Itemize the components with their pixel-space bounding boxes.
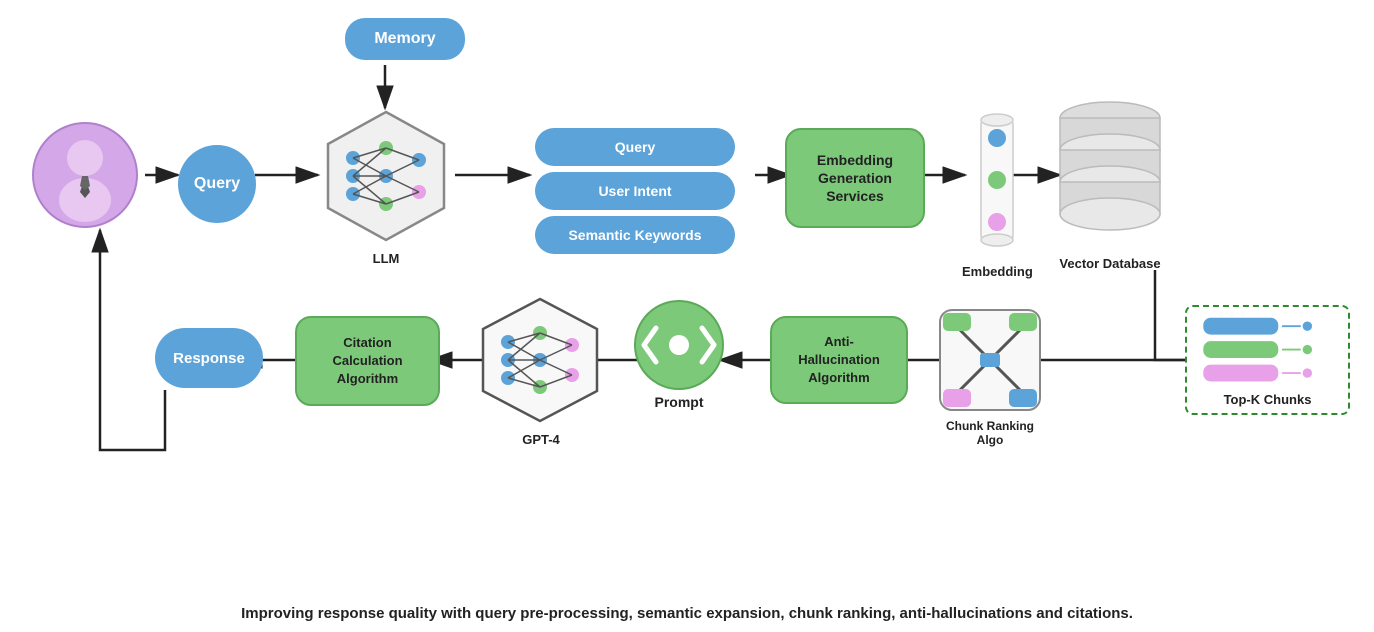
llm-node: LLM — [318, 108, 454, 244]
embedding-generation-node: Embedding Generation Services — [785, 128, 925, 228]
topk-chunks-node: Top-K Chunks — [1185, 305, 1350, 415]
gpt4-node: GPT-4 — [475, 295, 605, 425]
diagram-container: Query Memory — [0, 0, 1374, 580]
query-pill: Query — [535, 128, 735, 166]
embedding-node: Embedding — [962, 100, 1033, 279]
query-node: Query — [178, 145, 256, 223]
caption: Improving response quality with query pr… — [241, 605, 1133, 622]
vector-database-node: Vector Database — [1055, 90, 1165, 271]
semantic-keywords-pill: Semantic Keywords — [535, 216, 735, 254]
memory-node: Memory — [345, 18, 465, 60]
citation-calculation-node: Citation Calculation Algorithm — [295, 316, 440, 406]
user-intent-pill: User Intent — [535, 172, 735, 210]
user-avatar — [30, 120, 140, 230]
anti-hallucination-node: Anti- Hallucination Algorithm — [770, 316, 908, 404]
prompt-node: Prompt — [634, 300, 724, 410]
chunk-ranking-node: Chunk Ranking Algo — [935, 305, 1045, 447]
arrows-svg — [0, 0, 1374, 580]
response-node: Response — [155, 328, 263, 388]
